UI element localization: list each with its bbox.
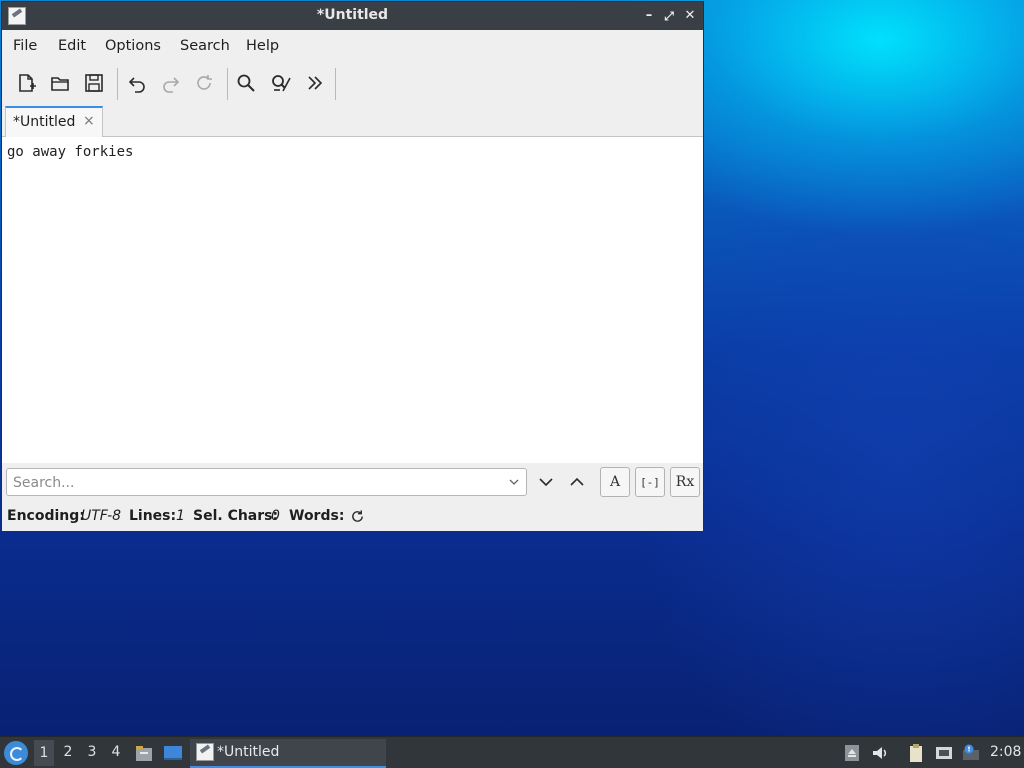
encoding-value: UTF-8	[81, 508, 122, 524]
tab-label: *Untitled	[13, 114, 76, 130]
open-folder-icon	[51, 77, 69, 91]
menu-help[interactable]: Help	[246, 38, 279, 54]
show-desktop-icon[interactable]	[163, 743, 183, 763]
toolbar-separator	[335, 68, 336, 100]
whole-word-icon: [-]	[640, 475, 660, 489]
new-document-button[interactable]	[12, 69, 40, 97]
network-icon[interactable]	[934, 743, 954, 763]
workspace-2[interactable]: 2	[58, 744, 78, 760]
chevron-down-icon[interactable]	[508, 476, 520, 488]
status-bar: Encoding: UTF-8 Lines: 1 Sel. Chars: 0 W…	[2, 502, 703, 531]
find-icon	[237, 74, 255, 92]
redo-icon	[163, 77, 180, 93]
regex-button[interactable]: Rx	[670, 467, 700, 497]
tab-bar: *Untitled ×	[2, 106, 703, 137]
match-case-button[interactable]: A	[600, 467, 630, 497]
regex-icon: Rx	[675, 474, 695, 490]
find-button[interactable]	[232, 69, 260, 97]
text-editor[interactable]: go away forkies	[2, 137, 703, 463]
taskbar: 1 2 3 4 *Untitled 2:08	[0, 736, 1024, 768]
lines-label: Lines:	[129, 508, 177, 524]
toolbar	[2, 64, 703, 104]
title-bar[interactable]: *Untitled – ⤢ ✕	[2, 2, 703, 30]
find-previous-button[interactable]	[563, 468, 591, 496]
file-manager-icon[interactable]	[134, 743, 154, 763]
save-button[interactable]	[80, 69, 108, 97]
reload-button[interactable]	[190, 69, 218, 97]
menu-search[interactable]: Search	[180, 38, 230, 54]
minimize-button[interactable]: –	[640, 6, 658, 26]
menu-edit[interactable]: Edit	[58, 38, 86, 54]
open-button[interactable]	[46, 69, 74, 97]
find-replace-icon	[272, 75, 291, 92]
undo-button[interactable]	[123, 69, 151, 97]
more-button[interactable]	[301, 69, 329, 97]
toolbar-separator	[117, 68, 118, 100]
refresh-icon[interactable]	[350, 509, 365, 524]
chevron-down-icon	[539, 478, 553, 487]
clipboard-icon[interactable]	[906, 743, 926, 763]
reload-icon	[197, 75, 212, 90]
find-bar: A [-] Rx	[2, 464, 703, 502]
menu-options[interactable]: Options	[105, 38, 161, 54]
undo-icon	[128, 77, 145, 93]
sel-chars-value: 0	[271, 508, 280, 524]
menu-file[interactable]: File	[13, 38, 37, 54]
clock: 2:08	[990, 744, 1022, 760]
workspace-4[interactable]: 4	[106, 744, 126, 760]
new-document-icon	[19, 74, 36, 92]
window-title: *Untitled	[316, 7, 389, 23]
find-replace-button[interactable]	[267, 69, 295, 97]
editor-window: *Untitled – ⤢ ✕ File Edit Options Search…	[1, 1, 704, 532]
eject-icon[interactable]	[842, 743, 862, 763]
sel-chars-label: Sel. Chars:	[193, 508, 279, 524]
close-button[interactable]: ✕	[681, 6, 699, 26]
tab-untitled[interactable]: *Untitled ×	[5, 106, 103, 137]
taskbar-task-untitled[interactable]: *Untitled	[190, 739, 386, 768]
encoding-label: Encoding:	[7, 508, 85, 524]
task-label: *Untitled	[217, 744, 280, 760]
redo-button[interactable]	[157, 69, 185, 97]
lines-value: 1	[176, 508, 185, 524]
volume-icon[interactable]	[870, 743, 890, 763]
toolbar-separator	[227, 68, 228, 100]
chevron-up-icon	[570, 477, 584, 486]
menu-bar: File Edit Options Search Help	[2, 30, 703, 62]
search-box[interactable]	[6, 468, 527, 496]
start-menu-button[interactable]	[4, 741, 28, 765]
whole-word-button[interactable]: [-]	[635, 467, 665, 497]
words-label: Words:	[289, 508, 345, 524]
more-icon	[308, 76, 323, 90]
workspace-3[interactable]: 3	[82, 744, 102, 760]
find-next-button[interactable]	[532, 468, 560, 496]
workspace-1[interactable]: 1	[34, 740, 54, 766]
maximize-button[interactable]: ⤢	[660, 6, 678, 26]
text-editor-icon	[196, 743, 214, 761]
tab-close-icon[interactable]: ×	[83, 113, 95, 129]
search-input[interactable]	[13, 473, 503, 493]
notification-icon[interactable]	[961, 743, 981, 763]
match-case-icon: A	[609, 474, 621, 490]
editor-text[interactable]: go away forkies	[7, 144, 133, 160]
save-icon	[85, 74, 103, 92]
